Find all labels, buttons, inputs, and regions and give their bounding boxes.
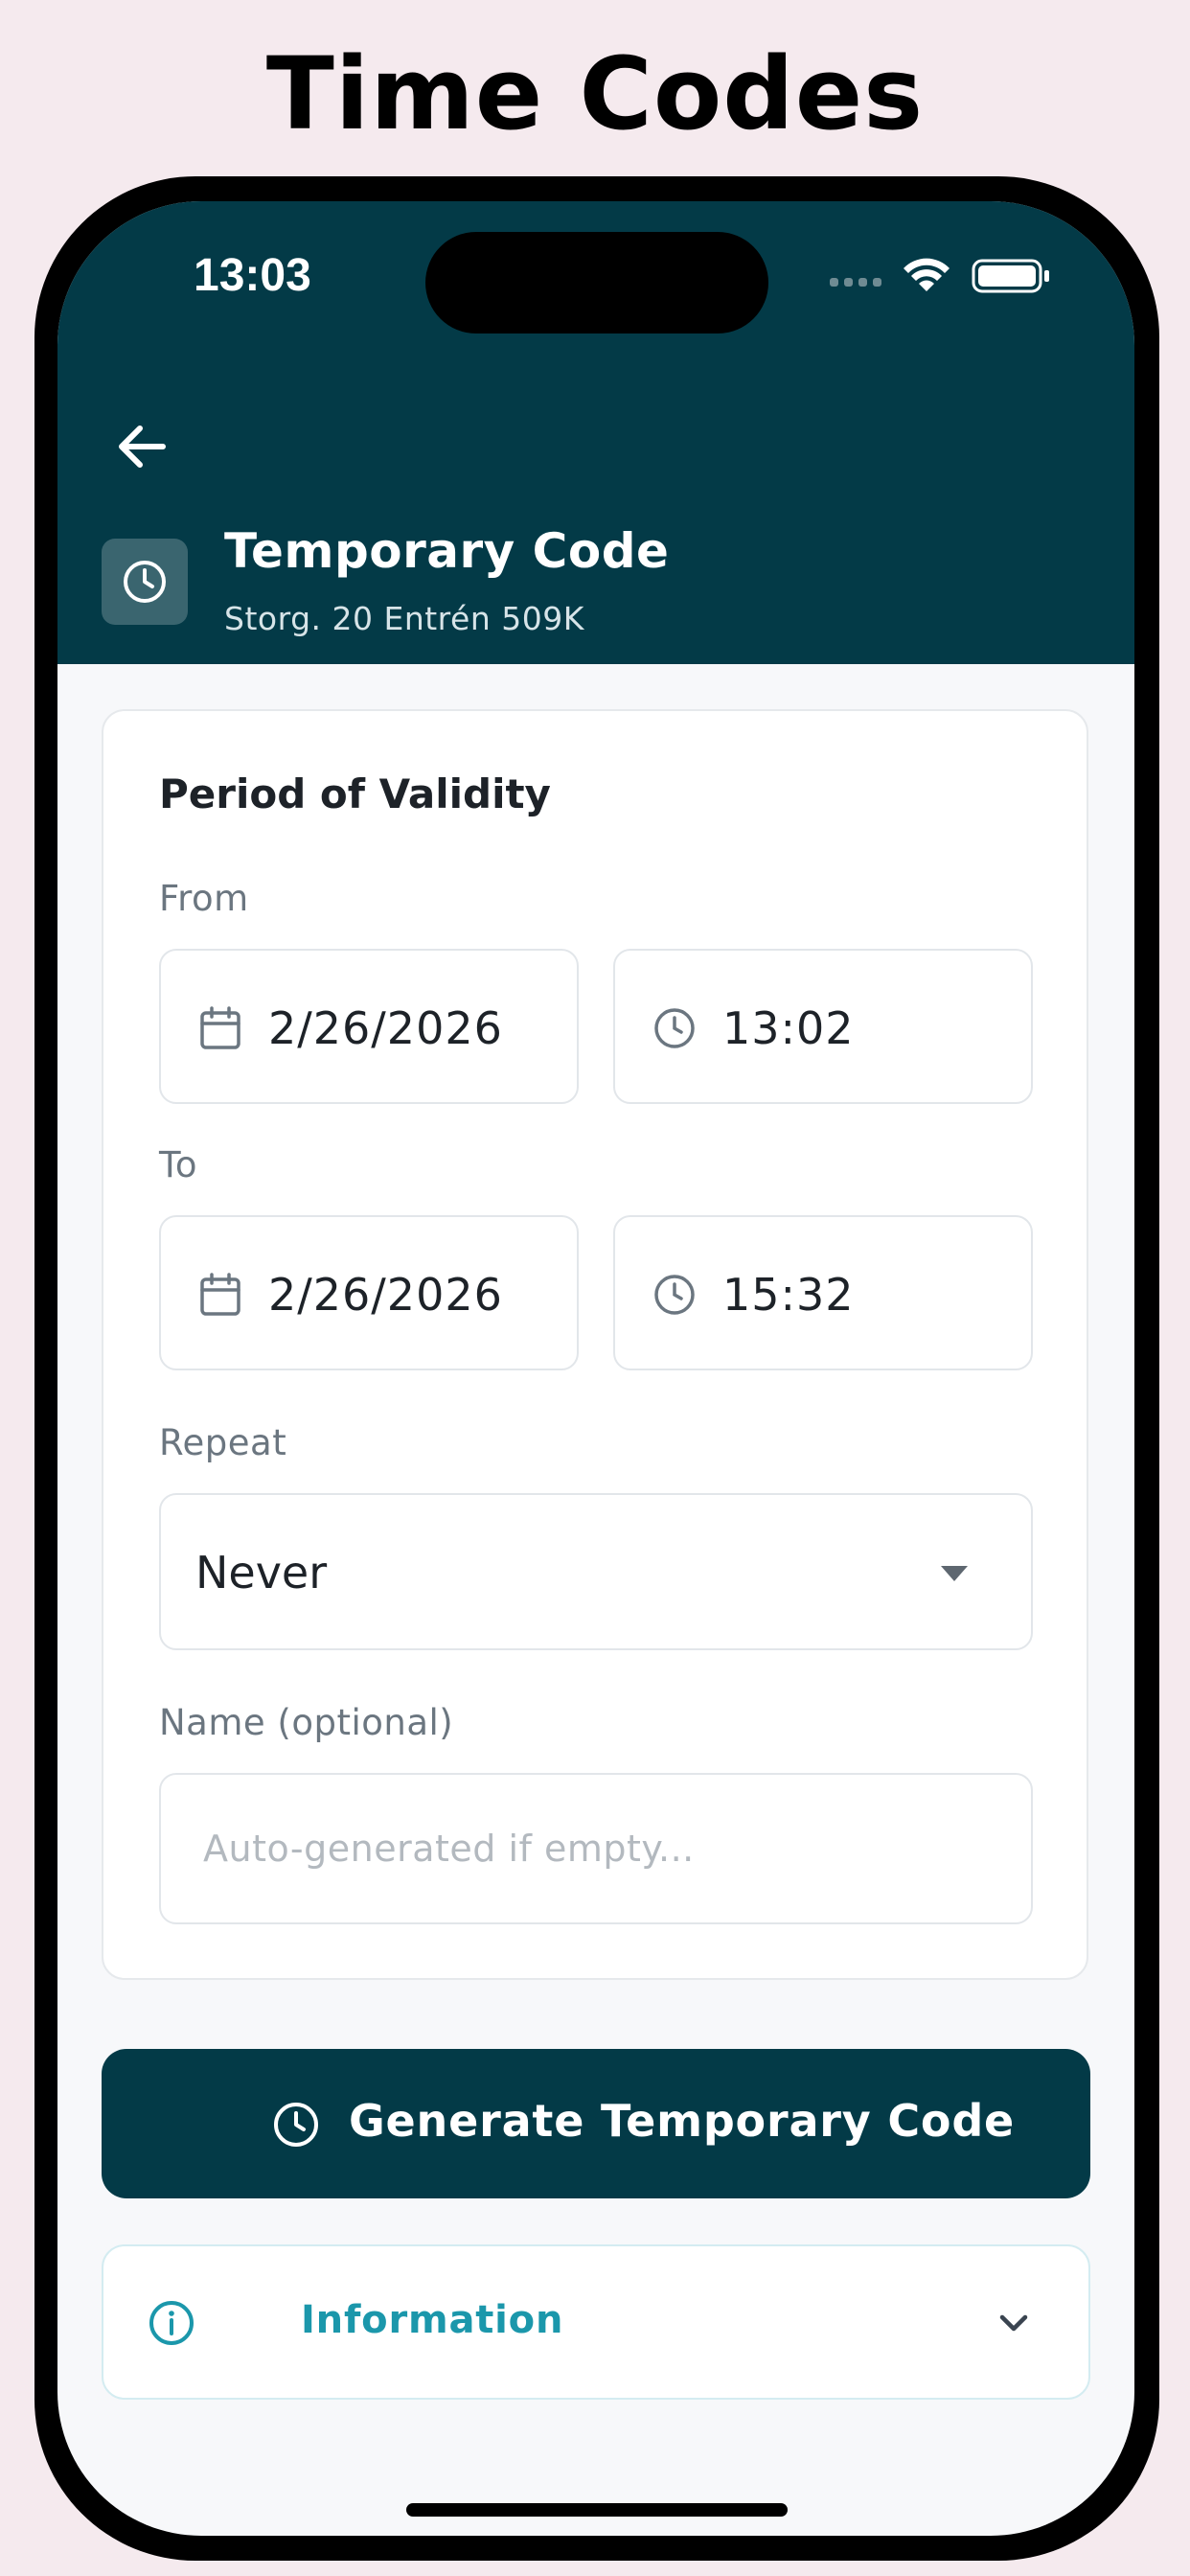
caret-down-icon: [941, 1566, 968, 1581]
repeat-value: Never: [195, 1547, 328, 1598]
name-label: Name (optional): [159, 1702, 454, 1743]
clock-icon: [124, 561, 166, 603]
clock-icon: [654, 1008, 695, 1048]
app-header: 13:03 Temporary Code Storg. 20 Entrén 50…: [57, 201, 1134, 664]
information-label: Information: [301, 2298, 564, 2342]
back-arrow-icon[interactable]: [107, 412, 176, 481]
name-input[interactable]: [159, 1773, 1033, 1924]
from-time-value: 13:02: [722, 1002, 855, 1054]
information-panel[interactable]: Information: [102, 2244, 1090, 2400]
to-label: To: [159, 1144, 197, 1185]
generate-code-label: Generate Temporary Code: [349, 2095, 1016, 2147]
to-time-field[interactable]: 15:32: [613, 1215, 1033, 1370]
to-date-field[interactable]: 2/26/2026: [159, 1215, 579, 1370]
repeat-label: Repeat: [159, 1422, 287, 1463]
to-date-value: 2/26/2026: [268, 1269, 503, 1321]
from-time-field[interactable]: 13:02: [613, 949, 1033, 1104]
chevron-down-icon: [999, 2314, 1028, 2332]
dynamic-island: [425, 232, 768, 334]
clock-icon: [654, 1275, 695, 1315]
app-screen: 13:03 Temporary Code Storg. 20 Entrén 50…: [57, 201, 1134, 2536]
calendar-icon: [200, 1006, 240, 1049]
header-icon-badge: [102, 539, 188, 625]
from-date-field[interactable]: 2/26/2026: [159, 949, 579, 1104]
battery-icon: [972, 259, 1049, 293]
page-heading: Time Codes: [265, 35, 925, 152]
generate-code-button[interactable]: Generate Temporary Code: [102, 2049, 1090, 2198]
wifi-icon: [904, 258, 950, 291]
header-subtitle: Storg. 20 Entrén 509K: [224, 600, 584, 637]
from-label: From: [159, 878, 249, 919]
section-title: Period of Validity: [159, 770, 551, 817]
repeat-select[interactable]: Never: [159, 1493, 1033, 1650]
home-indicator[interactable]: [406, 2503, 788, 2517]
cellular-signal-icon: [830, 278, 881, 287]
to-time-value: 15:32: [722, 1269, 855, 1321]
clock-icon: [274, 2103, 318, 2147]
status-time: 13:03: [194, 250, 311, 301]
from-date-value: 2/26/2026: [268, 1002, 503, 1054]
status-icons: [830, 258, 1049, 293]
info-icon: [149, 2301, 194, 2345]
calendar-icon: [200, 1273, 240, 1316]
header-title: Temporary Code: [224, 523, 670, 579]
